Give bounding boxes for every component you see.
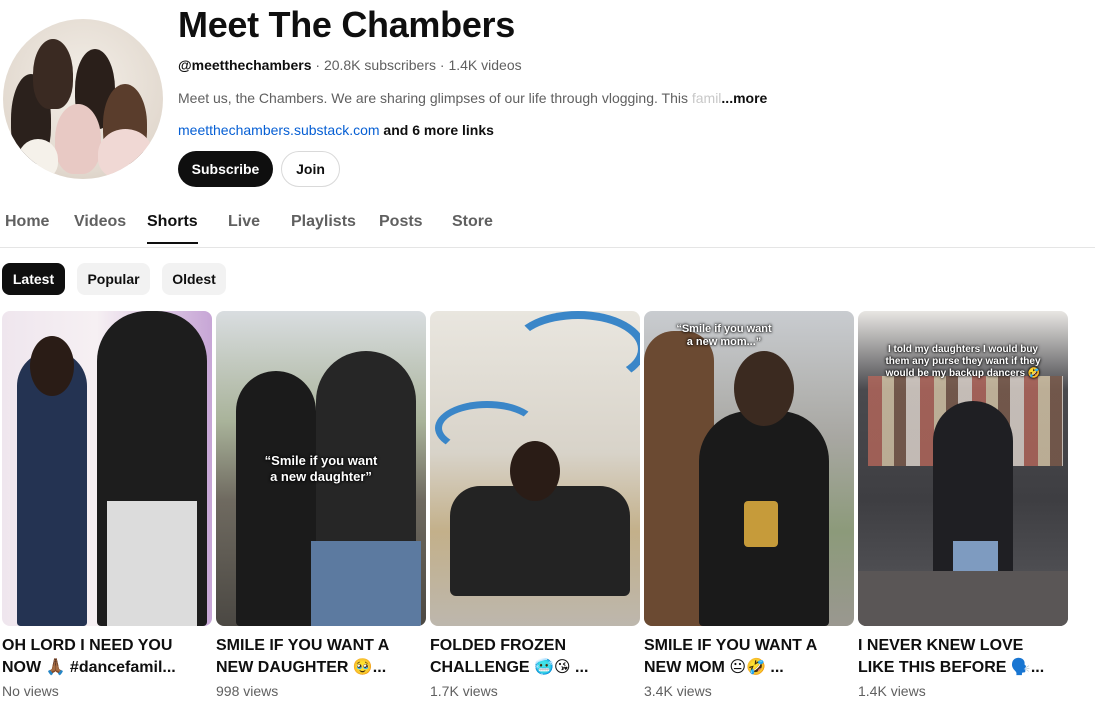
short-title-line: OH LORD I NEED YOU bbox=[2, 637, 173, 654]
short-title-line: NEW DAUGHTER 🥹... bbox=[216, 659, 387, 676]
short-item[interactable]: I told my daughters I would buy them any… bbox=[858, 311, 1068, 699]
short-title-line: NOW 🙏🏾 #dancefamil... bbox=[2, 659, 176, 676]
description-text: Meet us, the Chambers. We are sharing gl… bbox=[178, 90, 688, 106]
short-views: 3.4K views bbox=[644, 683, 712, 699]
short-overlay-caption: I told my daughters I would buy them any… bbox=[885, 344, 1041, 379]
short-thumbnail[interactable] bbox=[2, 311, 212, 626]
short-thumbnail[interactable]: I told my daughters I would buy them any… bbox=[858, 311, 1068, 626]
short-title-line: SMILE IF YOU WANT A bbox=[644, 637, 818, 654]
short-title-line: LIKE THIS BEFORE 🗣️... bbox=[858, 659, 1045, 676]
short-title[interactable]: SMILE IF YOU WANT A NEW MOM 😐🤣 ... bbox=[644, 635, 854, 679]
short-item[interactable]: “Smile if you want a new mom...” SMILE I… bbox=[644, 311, 854, 699]
video-count: 1.4K videos bbox=[448, 57, 522, 73]
short-views: 1.4K views bbox=[858, 683, 926, 699]
short-title-line: FOLDED FROZEN bbox=[430, 637, 566, 654]
short-title[interactable]: OH LORD I NEED YOU NOW 🙏🏾 #dancefamil... bbox=[2, 635, 212, 679]
short-overlay-caption: “Smile if you want a new mom...” bbox=[676, 323, 772, 348]
short-title[interactable]: SMILE IF YOU WANT A NEW DAUGHTER 🥹... bbox=[216, 635, 426, 679]
short-item[interactable]: “Smile if you want a new daughter” SMILE… bbox=[216, 311, 426, 699]
tab-shorts[interactable]: Shorts bbox=[147, 213, 198, 244]
tab-posts[interactable]: Posts bbox=[379, 213, 423, 242]
meta-separator: · bbox=[315, 57, 321, 73]
short-thumbnail[interactable] bbox=[430, 311, 640, 626]
tab-live[interactable]: Live bbox=[228, 213, 260, 242]
channel-avatar[interactable] bbox=[3, 19, 163, 179]
short-views: No views bbox=[2, 683, 59, 699]
more-button[interactable]: ...more bbox=[721, 90, 767, 106]
subscriber-count: 20.8K subscribers bbox=[323, 57, 436, 73]
tab-store[interactable]: Store bbox=[452, 213, 493, 242]
join-button[interactable]: Join bbox=[281, 151, 340, 187]
meta-separator: · bbox=[439, 57, 445, 73]
short-views: 1.7K views bbox=[430, 683, 498, 699]
short-title-line: SMILE IF YOU WANT A bbox=[216, 637, 390, 654]
channel-meta: @meetthechambers · 20.8K subscribers · 1… bbox=[178, 57, 522, 73]
short-item[interactable]: OH LORD I NEED YOU NOW 🙏🏾 #dancefamil...… bbox=[2, 311, 212, 699]
short-title[interactable]: I NEVER KNEW LOVE LIKE THIS BEFORE 🗣️... bbox=[858, 635, 1068, 679]
channel-handle: @meetthechambers bbox=[178, 57, 312, 73]
subscribe-button[interactable]: Subscribe bbox=[178, 151, 273, 187]
short-thumbnail[interactable]: “Smile if you want a new mom...” bbox=[644, 311, 854, 626]
short-thumbnail[interactable]: “Smile if you want a new daughter” bbox=[216, 311, 426, 626]
channel-link[interactable]: meetthechambers.substack.com bbox=[178, 122, 380, 138]
short-title-line: I NEVER KNEW LOVE bbox=[858, 637, 1024, 654]
short-title[interactable]: FOLDED FROZEN CHALLENGE 🥶😘 ... bbox=[430, 635, 640, 679]
tab-videos[interactable]: Videos bbox=[74, 213, 126, 242]
channel-description[interactable]: Meet us, the Chambers. We are sharing gl… bbox=[178, 90, 767, 106]
short-item[interactable]: FOLDED FROZEN CHALLENGE 🥶😘 ... 1.7K view… bbox=[430, 311, 640, 699]
filter-popular[interactable]: Popular bbox=[77, 263, 150, 295]
tab-home[interactable]: Home bbox=[5, 213, 49, 242]
short-views: 998 views bbox=[216, 683, 279, 699]
short-title-line: CHALLENGE 🥶😘 ... bbox=[430, 659, 589, 676]
description-fade-text: famil bbox=[687, 90, 722, 106]
more-links-button[interactable]: and 6 more links bbox=[383, 122, 493, 138]
channel-links: meetthechambers.substack.com and 6 more … bbox=[178, 122, 494, 138]
short-overlay-caption: “Smile if you want a new daughter” bbox=[264, 453, 378, 484]
short-title-line: NEW MOM 😐🤣 ... bbox=[644, 659, 784, 676]
channel-name: Meet The Chambers bbox=[178, 4, 515, 45]
channel-tabs: Home Videos Shorts Live Playlists Posts … bbox=[0, 200, 1095, 248]
filter-oldest[interactable]: Oldest bbox=[162, 263, 226, 295]
filter-latest[interactable]: Latest bbox=[2, 263, 65, 295]
tab-playlists[interactable]: Playlists bbox=[291, 213, 356, 242]
